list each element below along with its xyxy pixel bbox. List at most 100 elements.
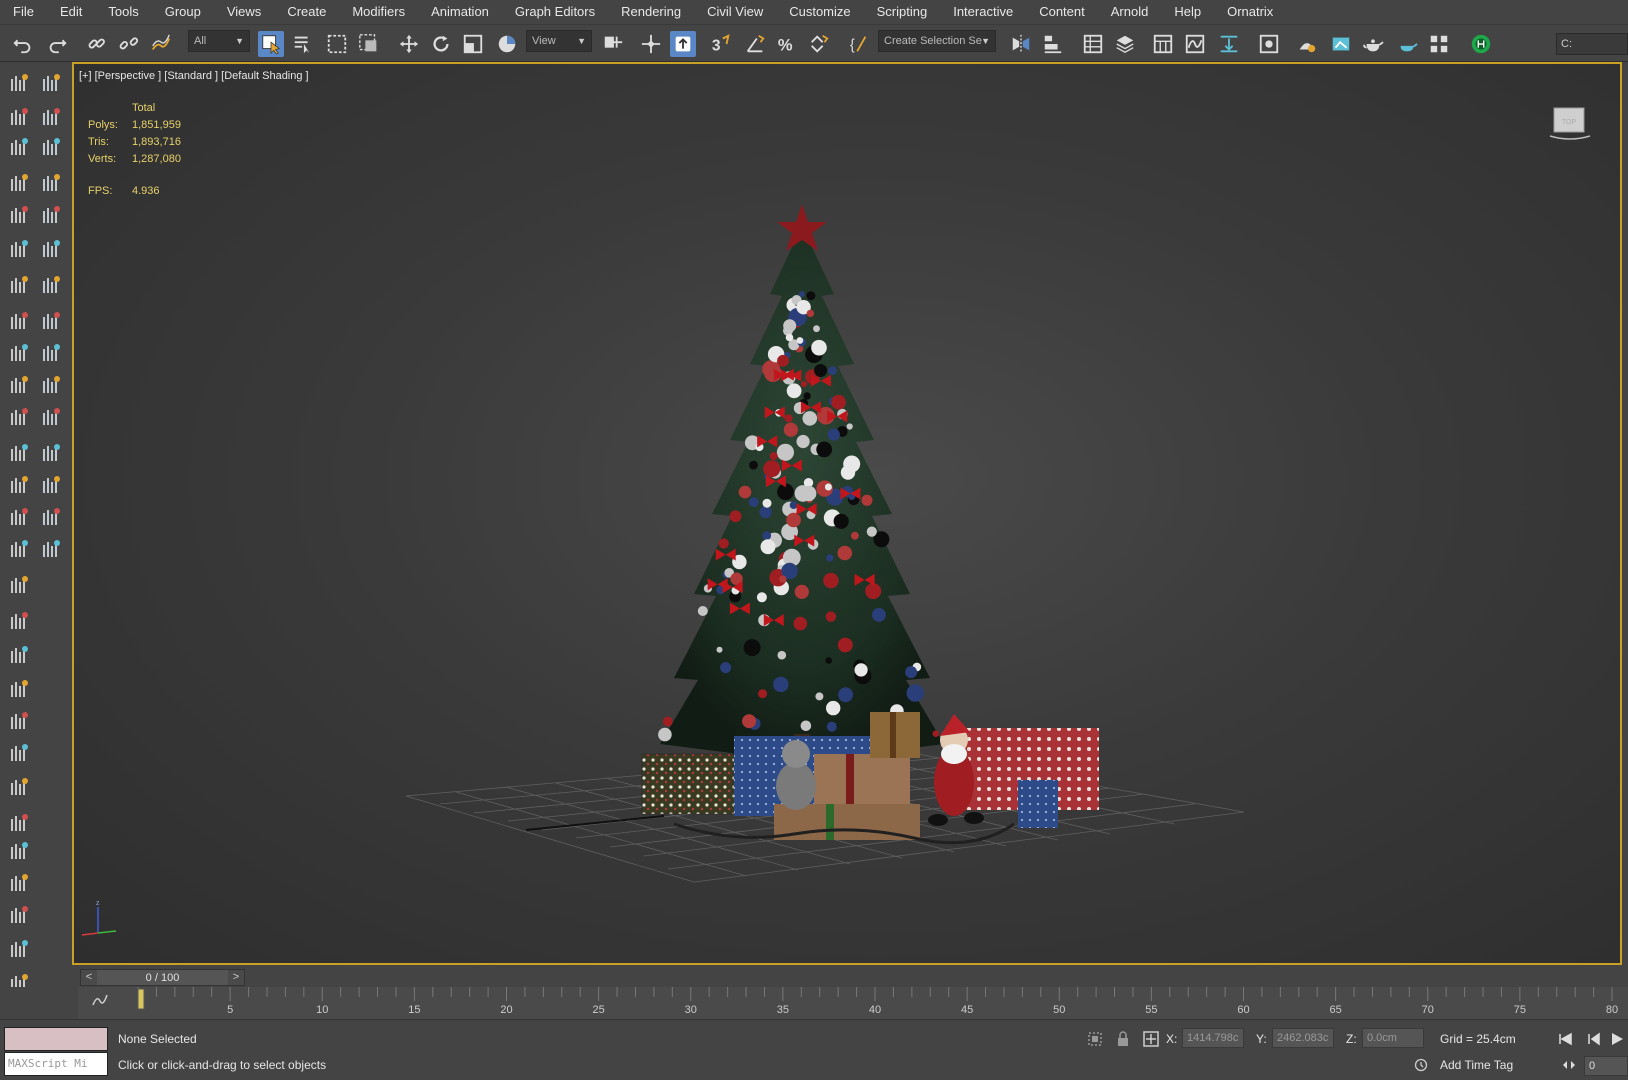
- select-manipulate-button[interactable]: [638, 31, 664, 57]
- push-icon[interactable]: [6, 440, 32, 466]
- reference-coordinate-dropdown[interactable]: View ▼: [526, 30, 592, 52]
- go-to-start-icon[interactable]: [1556, 1030, 1574, 1048]
- z-coordinate-field[interactable]: 0.0cm: [1362, 1028, 1424, 1048]
- toggle-ribbon-button[interactable]: [1150, 31, 1176, 57]
- panel-icon[interactable]: [38, 440, 64, 466]
- length-icon[interactable]: [6, 404, 32, 430]
- edit-named-selection-button[interactable]: {: [846, 31, 872, 57]
- render-setup-button[interactable]: [1294, 31, 1320, 57]
- track-bar[interactable]: 5 10 15 20 25 30 35 40 45 50 55 60 65 70 75 80: [0, 987, 1628, 1019]
- menu-item-scripting[interactable]: Scripting: [864, 0, 941, 24]
- menu-item-tools[interactable]: Tools: [95, 0, 151, 24]
- pivot-center-button[interactable]: [600, 31, 626, 57]
- menu-item-customize[interactable]: Customize: [776, 0, 863, 24]
- menu-item-modifiers[interactable]: Modifiers: [339, 0, 418, 24]
- add-time-tag[interactable]: Add Time Tag: [1440, 1058, 1513, 1072]
- keyboard-shortcut-override-button[interactable]: [670, 31, 696, 57]
- menu-item-civil-view[interactable]: Civil View: [694, 0, 776, 24]
- schematic-view-button[interactable]: [1216, 31, 1242, 57]
- a360-button[interactable]: [1468, 31, 1494, 57]
- grid-strands-icon[interactable]: [6, 902, 32, 928]
- mirror-button[interactable]: [1008, 31, 1034, 57]
- menu-item-interactive[interactable]: Interactive: [940, 0, 1026, 24]
- align-button[interactable]: [1040, 31, 1066, 57]
- hair-clipper-icon[interactable]: [6, 134, 32, 160]
- menu-item-create[interactable]: Create: [274, 0, 339, 24]
- rotate-button[interactable]: [428, 31, 454, 57]
- spinner-snap-button[interactable]: [806, 31, 832, 57]
- ring-icon[interactable]: [38, 340, 64, 366]
- time-slider[interactable]: < 0 / 100 >: [80, 969, 245, 986]
- selection-filter-dropdown[interactable]: All ▼: [188, 30, 250, 52]
- strand-propagation-icon[interactable]: [6, 676, 32, 702]
- menu-item-help[interactable]: Help: [1161, 0, 1214, 24]
- camera-icon[interactable]: [38, 70, 64, 96]
- workspace-label[interactable]: C:: [1556, 33, 1628, 55]
- viewcube[interactable]: TOP: [1548, 102, 1592, 142]
- time-next-button[interactable]: >: [228, 970, 244, 985]
- play-icon[interactable]: [1608, 1030, 1626, 1048]
- rectangular-selection-button[interactable]: [324, 31, 350, 57]
- perspective-viewport[interactable]: [+] [Perspective ] [Standard ] [Default …: [72, 62, 1622, 965]
- redo-button[interactable]: [44, 31, 70, 57]
- key-mode-icon[interactable]: [1560, 1056, 1578, 1074]
- ground-strands-icon[interactable]: [6, 572, 32, 598]
- window-crossing-button[interactable]: [356, 31, 382, 57]
- menu-item-rendering[interactable]: Rendering: [608, 0, 694, 24]
- guide-grid-icon[interactable]: [6, 936, 32, 962]
- menu-item-views[interactable]: Views: [214, 0, 274, 24]
- hair-brush-icon[interactable]: [6, 70, 32, 96]
- menu-item-graph-editors[interactable]: Graph Editors: [502, 0, 608, 24]
- rendered-frame-window-button[interactable]: [1328, 31, 1354, 57]
- undo-button[interactable]: [10, 31, 36, 57]
- style-icon[interactable]: [6, 104, 32, 130]
- angle-snap-button[interactable]: [742, 31, 768, 57]
- clump-icon[interactable]: [6, 272, 32, 298]
- curl-icon[interactable]: [6, 308, 32, 334]
- teapot-icon[interactable]: [38, 536, 64, 562]
- frizz2-icon[interactable]: [6, 642, 32, 668]
- book-icon[interactable]: [38, 272, 64, 298]
- mesh-from-strands-icon[interactable]: [6, 740, 32, 766]
- generate-icon[interactable]: [6, 774, 32, 800]
- time-prev-button[interactable]: <: [81, 970, 97, 985]
- render-view-icon[interactable]: [38, 472, 64, 498]
- select-object-button[interactable]: [258, 31, 284, 57]
- percent-snap-button[interactable]: %: [774, 31, 800, 57]
- surface-comb-icon[interactable]: [6, 536, 32, 562]
- scene-explorer-button[interactable]: [1080, 31, 1106, 57]
- isolate-selection-icon[interactable]: [1086, 1030, 1104, 1048]
- sphere-icon[interactable]: [38, 372, 64, 398]
- braid-icon[interactable]: [6, 340, 32, 366]
- grid-add-icon[interactable]: [38, 504, 64, 530]
- bulb-icon[interactable]: [38, 404, 64, 430]
- current-frame-field[interactable]: 0: [1584, 1056, 1628, 1076]
- curve-editor-mini-icon[interactable]: [92, 993, 110, 1011]
- render-in-cloud-button[interactable]: [1394, 31, 1420, 57]
- y-coordinate-field[interactable]: 2462.083c: [1272, 1028, 1334, 1048]
- render-production-button[interactable]: [1360, 31, 1386, 57]
- scale-button[interactable]: [460, 31, 486, 57]
- camera-group-icon[interactable]: [38, 104, 64, 130]
- material-editor-button[interactable]: [1256, 31, 1282, 57]
- absolute-mode-icon[interactable]: [1142, 1030, 1160, 1048]
- maxscript-mini-listener[interactable]: MAXScript Mi: [4, 1052, 108, 1076]
- maxscript-listener-color[interactable]: [4, 1027, 108, 1051]
- cone-icon[interactable]: [38, 236, 64, 262]
- place-button[interactable]: [494, 31, 520, 57]
- tree-icon[interactable]: [38, 202, 64, 228]
- time-marker[interactable]: [137, 988, 145, 1010]
- move-button[interactable]: [396, 31, 422, 57]
- menu-item-content[interactable]: Content: [1026, 0, 1098, 24]
- curve-editor-button[interactable]: [1182, 31, 1208, 57]
- viewport-label[interactable]: [+] [Perspective ] [Standard ] [Default …: [79, 70, 309, 82]
- menu-item-animation[interactable]: Animation: [418, 0, 502, 24]
- menu-item-ornatrix[interactable]: Ornatrix: [1214, 0, 1286, 24]
- cut-icon[interactable]: [6, 608, 32, 634]
- named-selection-dropdown[interactable]: Create Selection Se ▼: [878, 30, 996, 52]
- sun-icon[interactable]: [38, 170, 64, 196]
- lock-icon[interactable]: [1114, 1030, 1132, 1048]
- link-button[interactable]: [84, 31, 110, 57]
- snaps-toggle-button[interactable]: 3: [708, 31, 734, 57]
- frizz-icon[interactable]: [6, 236, 32, 262]
